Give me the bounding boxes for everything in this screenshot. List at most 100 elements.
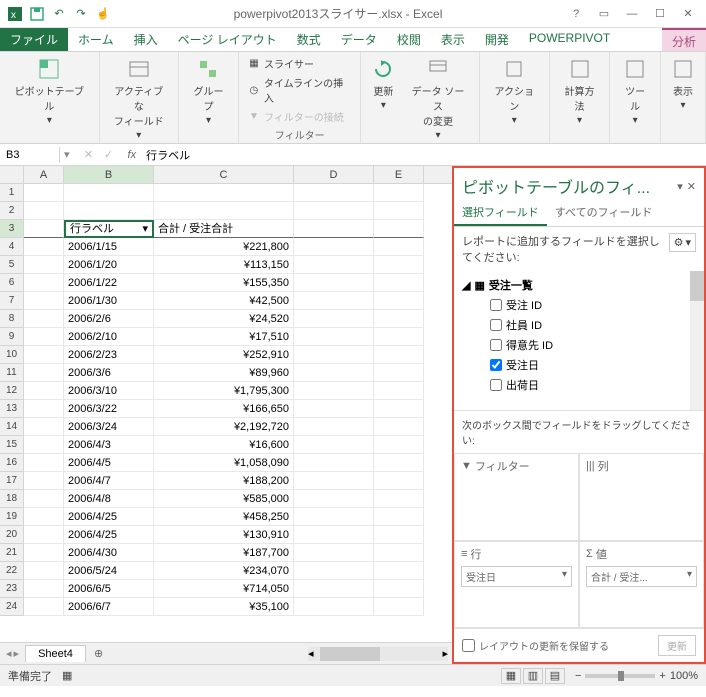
row-field-item[interactable]: 受注日▾ bbox=[461, 566, 572, 587]
cell[interactable] bbox=[294, 526, 374, 544]
filter-conn-button[interactable]: ▼フィルターの接続 bbox=[245, 108, 354, 125]
field-item[interactable]: 社員 ID bbox=[462, 315, 696, 335]
cell[interactable] bbox=[24, 202, 64, 220]
cell[interactable] bbox=[294, 454, 374, 472]
cell[interactable] bbox=[294, 238, 374, 256]
cell[interactable] bbox=[24, 562, 64, 580]
cell[interactable]: 2006/1/22 bbox=[64, 274, 154, 292]
cell[interactable] bbox=[24, 472, 64, 490]
collapse-icon[interactable]: ◢ bbox=[462, 279, 470, 292]
zoom-level[interactable]: 100% bbox=[670, 670, 698, 682]
row-header[interactable]: 9 bbox=[0, 328, 24, 346]
cell[interactable] bbox=[24, 310, 64, 328]
namebox-dropdown-icon[interactable]: ▾ bbox=[60, 148, 74, 161]
layout-options-button[interactable]: ⚙▾ bbox=[669, 233, 696, 252]
cell[interactable]: 2006/2/6 bbox=[64, 310, 154, 328]
cell[interactable]: ¥166,650 bbox=[154, 400, 294, 418]
timeline-button[interactable]: ◷タイムラインの挿入 bbox=[245, 74, 354, 106]
cell[interactable]: ¥17,510 bbox=[154, 328, 294, 346]
cell[interactable] bbox=[24, 382, 64, 400]
cell[interactable] bbox=[294, 544, 374, 562]
cell[interactable] bbox=[374, 400, 424, 418]
close-icon[interactable]: ✕ bbox=[678, 4, 698, 24]
row-header[interactable]: 12 bbox=[0, 382, 24, 400]
cell[interactable]: 2006/1/20 bbox=[64, 256, 154, 274]
tab-pagelayout[interactable]: ページ レイアウト bbox=[168, 28, 287, 51]
row-header[interactable]: 21 bbox=[0, 544, 24, 562]
cell[interactable] bbox=[154, 202, 294, 220]
cell[interactable] bbox=[294, 436, 374, 454]
macro-icon[interactable]: ▦ bbox=[62, 669, 72, 682]
cell[interactable]: ¥16,600 bbox=[154, 436, 294, 454]
cell[interactable] bbox=[24, 256, 64, 274]
cell[interactable]: 2006/4/30 bbox=[64, 544, 154, 562]
tab-home[interactable]: ホーム bbox=[68, 28, 124, 51]
row-header[interactable]: 24 bbox=[0, 598, 24, 616]
tab-file[interactable]: ファイル bbox=[0, 28, 68, 51]
cell[interactable] bbox=[294, 310, 374, 328]
row-header[interactable]: 16 bbox=[0, 454, 24, 472]
tab-analyze[interactable]: 分析 bbox=[662, 28, 706, 51]
row-header[interactable]: 3 bbox=[0, 220, 24, 238]
cell[interactable]: ¥1,795,300 bbox=[154, 382, 294, 400]
value-field-item[interactable]: 合計 / 受注...▾ bbox=[586, 566, 697, 587]
cell[interactable]: ¥24,520 bbox=[154, 310, 294, 328]
cell[interactable] bbox=[294, 256, 374, 274]
tab-view[interactable]: 表示 bbox=[431, 28, 475, 51]
cell[interactable]: ¥130,910 bbox=[154, 526, 294, 544]
cell[interactable] bbox=[294, 400, 374, 418]
formula-input[interactable] bbox=[140, 147, 706, 163]
tab-formulas[interactable]: 数式 bbox=[287, 28, 331, 51]
action-button[interactable]: アクション ▾ bbox=[486, 55, 543, 128]
cell[interactable]: 2006/2/23 bbox=[64, 346, 154, 364]
refresh-button[interactable]: 更新 ▾ bbox=[367, 55, 399, 113]
field-checkbox[interactable] bbox=[490, 319, 502, 331]
cell[interactable] bbox=[24, 508, 64, 526]
filter-dropdown-icon[interactable]: ▾ bbox=[142, 222, 148, 237]
column-header[interactable]: C bbox=[154, 166, 294, 183]
row-header[interactable]: 5 bbox=[0, 256, 24, 274]
row-drop-area[interactable]: ≡行 受注日▾ bbox=[454, 541, 579, 629]
show-button[interactable]: 表示 ▾ bbox=[667, 55, 699, 113]
column-header[interactable]: E bbox=[374, 166, 424, 183]
cell[interactable] bbox=[24, 490, 64, 508]
cell[interactable]: ¥585,000 bbox=[154, 490, 294, 508]
cell[interactable]: 2006/3/10 bbox=[64, 382, 154, 400]
row-header[interactable]: 1 bbox=[0, 184, 24, 202]
tab-powerpivot[interactable]: POWERPIVOT bbox=[519, 28, 620, 51]
cell[interactable] bbox=[64, 184, 154, 202]
pane-dropdown-icon[interactable]: ▾ bbox=[677, 180, 683, 193]
cell[interactable] bbox=[24, 364, 64, 382]
row-header[interactable]: 19 bbox=[0, 508, 24, 526]
cell[interactable] bbox=[154, 184, 294, 202]
cell[interactable]: 2006/6/5 bbox=[64, 580, 154, 598]
cell[interactable]: 2006/2/10 bbox=[64, 328, 154, 346]
row-header[interactable]: 10 bbox=[0, 346, 24, 364]
cell[interactable] bbox=[374, 436, 424, 454]
cell[interactable] bbox=[24, 580, 64, 598]
spreadsheet-grid[interactable]: ABCDE 123行ラベル ▾合計 / 受注合計42006/1/15¥221,8… bbox=[0, 166, 452, 664]
cell[interactable]: 2006/4/8 bbox=[64, 490, 154, 508]
values-drop-area[interactable]: Σ値 合計 / 受注...▾ bbox=[579, 541, 704, 629]
cell[interactable] bbox=[374, 202, 424, 220]
minimize-icon[interactable]: — bbox=[622, 4, 642, 24]
field-scrollbar[interactable] bbox=[690, 271, 704, 410]
cell[interactable] bbox=[374, 220, 424, 238]
cell[interactable] bbox=[374, 544, 424, 562]
tab-all-fields[interactable]: すべてのフィールド bbox=[547, 200, 661, 226]
row-header[interactable]: 14 bbox=[0, 418, 24, 436]
cell[interactable]: ¥221,800 bbox=[154, 238, 294, 256]
cell[interactable] bbox=[24, 346, 64, 364]
column-header[interactable]: B bbox=[64, 166, 154, 183]
row-header[interactable]: 23 bbox=[0, 580, 24, 598]
cell[interactable]: 2006/6/7 bbox=[64, 598, 154, 616]
active-field-button[interactable]: アクティブな フィールド ▾ bbox=[106, 55, 172, 143]
cell[interactable] bbox=[374, 238, 424, 256]
save-icon[interactable] bbox=[28, 5, 46, 23]
field-item[interactable]: 受注 ID bbox=[462, 295, 696, 315]
cell[interactable] bbox=[24, 526, 64, 544]
cell[interactable] bbox=[24, 400, 64, 418]
undo-icon[interactable]: ↶ bbox=[50, 5, 68, 23]
cell[interactable] bbox=[24, 454, 64, 472]
row-header[interactable]: 11 bbox=[0, 364, 24, 382]
